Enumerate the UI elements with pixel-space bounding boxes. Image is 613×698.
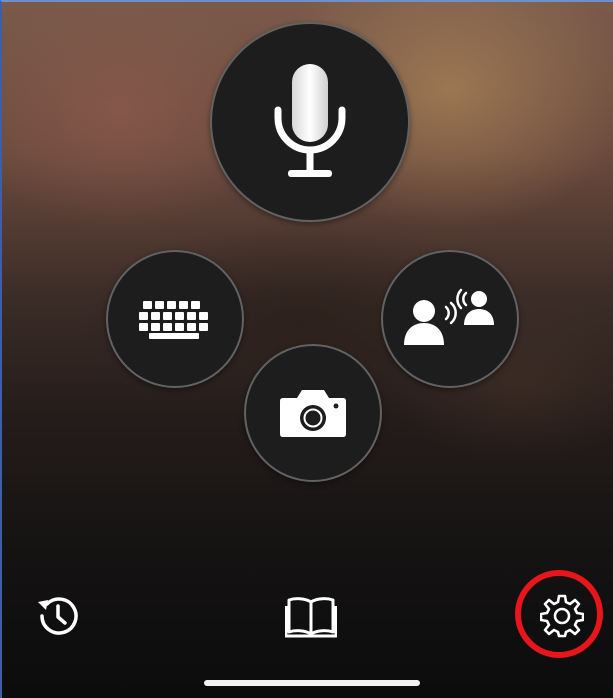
book-icon xyxy=(285,597,337,638)
microphone-button[interactable] xyxy=(210,22,410,222)
camera-icon xyxy=(280,390,346,437)
keyboard-button[interactable] xyxy=(106,250,244,388)
microphone-icon xyxy=(274,64,346,177)
history-button[interactable] xyxy=(30,588,86,644)
conversation-button[interactable] xyxy=(381,250,519,388)
camera-button[interactable] xyxy=(244,344,382,482)
app-screen xyxy=(0,0,613,698)
home-indicator[interactable] xyxy=(204,680,420,686)
phrasebook-button[interactable] xyxy=(282,590,340,642)
settings-highlight-circle xyxy=(515,570,603,658)
history-icon xyxy=(38,597,78,635)
conversation-icon xyxy=(404,288,494,345)
keyboard-icon xyxy=(139,301,208,339)
